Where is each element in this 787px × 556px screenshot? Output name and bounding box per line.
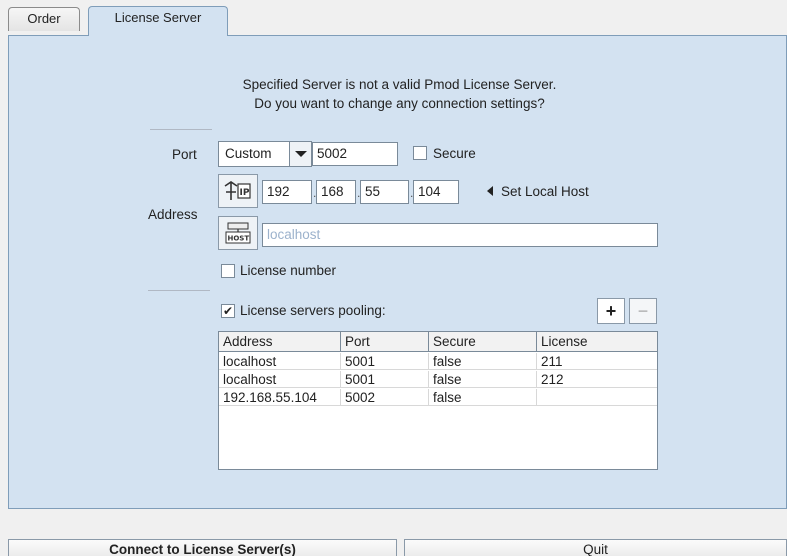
column-header-license[interactable]: License	[537, 332, 657, 352]
port-mode-value: Custom	[225, 146, 272, 161]
secure-label: Secure	[433, 146, 476, 161]
error-message-line2: Do you want to change any connection set…	[254, 96, 545, 111]
column-header-address[interactable]: Address	[219, 332, 341, 352]
pooling-label: License servers pooling:	[240, 303, 386, 318]
separator-mid	[148, 290, 210, 291]
ip-octet-4[interactable]: 104	[413, 180, 459, 204]
table-row[interactable]: localhost 5001 false 212	[219, 371, 657, 388]
cell-port: 5001	[341, 353, 429, 370]
secure-checkbox[interactable]	[413, 146, 427, 160]
tab-bar: Order License Server	[0, 0, 787, 36]
ip-network-icon-graphic: IP	[224, 181, 251, 200]
table-header: Address Port Secure License	[219, 332, 657, 352]
host-computer-icon-graphic: HOST	[225, 222, 251, 244]
connect-button[interactable]: Connect to License Server(s)	[8, 539, 397, 556]
license-number-label: License number	[240, 263, 337, 278]
left-arrow-icon[interactable]	[487, 186, 493, 196]
cell-address: localhost	[219, 353, 341, 370]
ip-octet-1[interactable]: 192	[262, 180, 312, 204]
license-number-checkbox[interactable]	[221, 264, 235, 278]
ip-network-icon[interactable]: IP	[218, 174, 258, 208]
cell-address: 192.168.55.104	[219, 389, 341, 406]
cell-license: 211	[541, 354, 563, 369]
cell-secure: false	[429, 389, 537, 406]
cell-secure: false	[429, 353, 537, 370]
cell-address: localhost	[219, 371, 341, 388]
add-server-button[interactable]: +	[597, 298, 625, 324]
tab-order[interactable]: Order	[8, 7, 80, 31]
port-mode-select[interactable]: Custom	[218, 141, 312, 167]
column-header-secure[interactable]: Secure	[429, 332, 537, 352]
cell-port: 5002	[341, 389, 429, 406]
table-row[interactable]: 192.168.55.104 5002 false	[219, 389, 657, 406]
cell-secure: false	[429, 371, 537, 388]
separator-top	[150, 129, 212, 130]
port-input[interactable]: 5002	[312, 142, 398, 166]
port-label: Port	[172, 147, 197, 162]
set-local-host-link[interactable]: Set Local Host	[501, 184, 589, 199]
host-computer-icon[interactable]: HOST	[218, 216, 258, 250]
column-header-port[interactable]: Port	[341, 332, 429, 352]
table-row[interactable]: localhost 5001 false 211	[219, 353, 657, 370]
cell-license: 212	[541, 372, 564, 387]
ip-octet-2[interactable]: 168	[316, 180, 356, 204]
license-servers-table[interactable]: Address Port Secure License localhost 50…	[218, 331, 658, 470]
svg-text:HOST: HOST	[228, 235, 250, 243]
tab-license-server[interactable]: License Server	[88, 6, 228, 36]
cell-port: 5001	[341, 371, 429, 388]
address-label: Address	[148, 207, 198, 222]
pooling-checkbox[interactable]: ✔	[221, 304, 235, 318]
host-input[interactable]: localhost	[262, 223, 658, 247]
error-message-line1: Specified Server is not a valid Pmod Lic…	[242, 77, 557, 92]
chevron-down-icon[interactable]	[289, 142, 311, 166]
svg-text:IP: IP	[240, 188, 250, 198]
remove-server-button[interactable]: −	[629, 298, 657, 324]
ip-octet-3[interactable]: 55	[360, 180, 409, 204]
quit-button[interactable]: Quit	[404, 539, 787, 556]
cell-license	[537, 389, 657, 406]
